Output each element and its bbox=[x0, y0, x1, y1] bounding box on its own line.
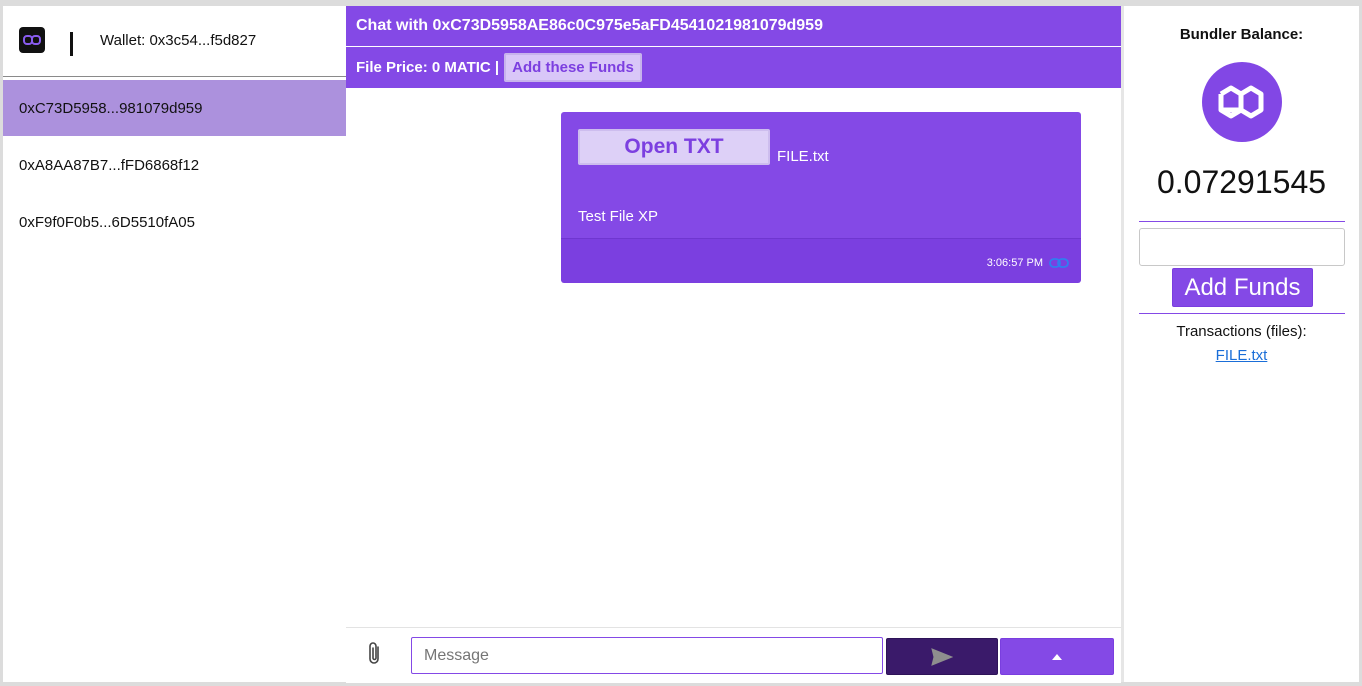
bundler-panel: Bundler Balance: 0.07291545 Add Funds Tr… bbox=[1124, 6, 1359, 682]
file-price-bar: File Price: 0 MATIC | Add these Funds bbox=[346, 47, 1121, 88]
message-bubble: Open TXT FILE.txt Test File XP 3:06:57 P… bbox=[561, 112, 1081, 283]
contact-item[interactable]: 0xA8AA87B7...fFD6868f12 bbox=[3, 137, 346, 193]
transactions-title: Transactions (files): bbox=[1176, 323, 1307, 340]
header-divider bbox=[70, 32, 73, 56]
caret-up-icon bbox=[1052, 653, 1062, 660]
divider bbox=[1139, 313, 1345, 314]
contact-item[interactable]: 0xF9f0F0b5...6D5510fA05 bbox=[3, 194, 346, 250]
contact-address: 0xA8AA87B7...fFD6868f12 bbox=[19, 156, 200, 174]
add-funds-button[interactable]: Add Funds bbox=[1172, 268, 1313, 307]
balance-value: 0.07291545 bbox=[1156, 164, 1327, 200]
file-name: FILE.txt bbox=[777, 148, 829, 165]
send-button[interactable] bbox=[886, 638, 998, 675]
message-time: 3:06:57 PM bbox=[986, 257, 1043, 269]
add-these-funds-button[interactable]: Add these Funds bbox=[504, 53, 642, 82]
contact-address: 0xF9f0F0b5...6D5510fA05 bbox=[19, 213, 195, 231]
infinity-logo-icon bbox=[19, 27, 45, 53]
paperclip-icon[interactable] bbox=[366, 640, 384, 666]
send-icon bbox=[931, 647, 953, 666]
polygon-icon bbox=[1202, 62, 1282, 142]
message-footer: 3:06:57 PM bbox=[561, 238, 1081, 283]
message-input[interactable] bbox=[411, 637, 883, 674]
contact-address: 0xC73D5958...981079d959 bbox=[19, 99, 203, 117]
bundler-balance-title: Bundler Balance: bbox=[1179, 26, 1304, 43]
fund-amount-input[interactable] bbox=[1139, 228, 1345, 266]
file-price-label: File Price: 0 MATIC | bbox=[356, 59, 500, 76]
contact-item[interactable]: 0xC73D5958...981079d959 bbox=[3, 80, 346, 136]
divider bbox=[1139, 221, 1345, 222]
more-options-button[interactable] bbox=[1000, 638, 1114, 675]
message-composer bbox=[346, 627, 1121, 683]
link-icon[interactable] bbox=[1049, 257, 1069, 269]
chat-title: Chat with 0xC73D5958AE86c0C975e5aFD45410… bbox=[346, 6, 1121, 46]
contact-list: 0xC73D5958...981079d959 0xA8AA87B7...fFD… bbox=[3, 80, 346, 251]
transaction-link[interactable]: FILE.txt bbox=[1124, 347, 1359, 364]
sidebar-header: Wallet: 0x3c54...f5d827 bbox=[3, 6, 346, 77]
chat-panel: Chat with 0xC73D5958AE86c0C975e5aFD45410… bbox=[346, 6, 1121, 683]
open-file-button[interactable]: Open TXT bbox=[578, 129, 770, 165]
sidebar: Wallet: 0x3c54...f5d827 0xC73D5958...981… bbox=[3, 6, 346, 682]
wallet-label: Wallet: 0x3c54...f5d827 bbox=[100, 32, 257, 49]
message-text: Test File XP bbox=[578, 208, 659, 225]
app-frame: Wallet: 0x3c54...f5d827 0xC73D5958...981… bbox=[3, 6, 1359, 683]
